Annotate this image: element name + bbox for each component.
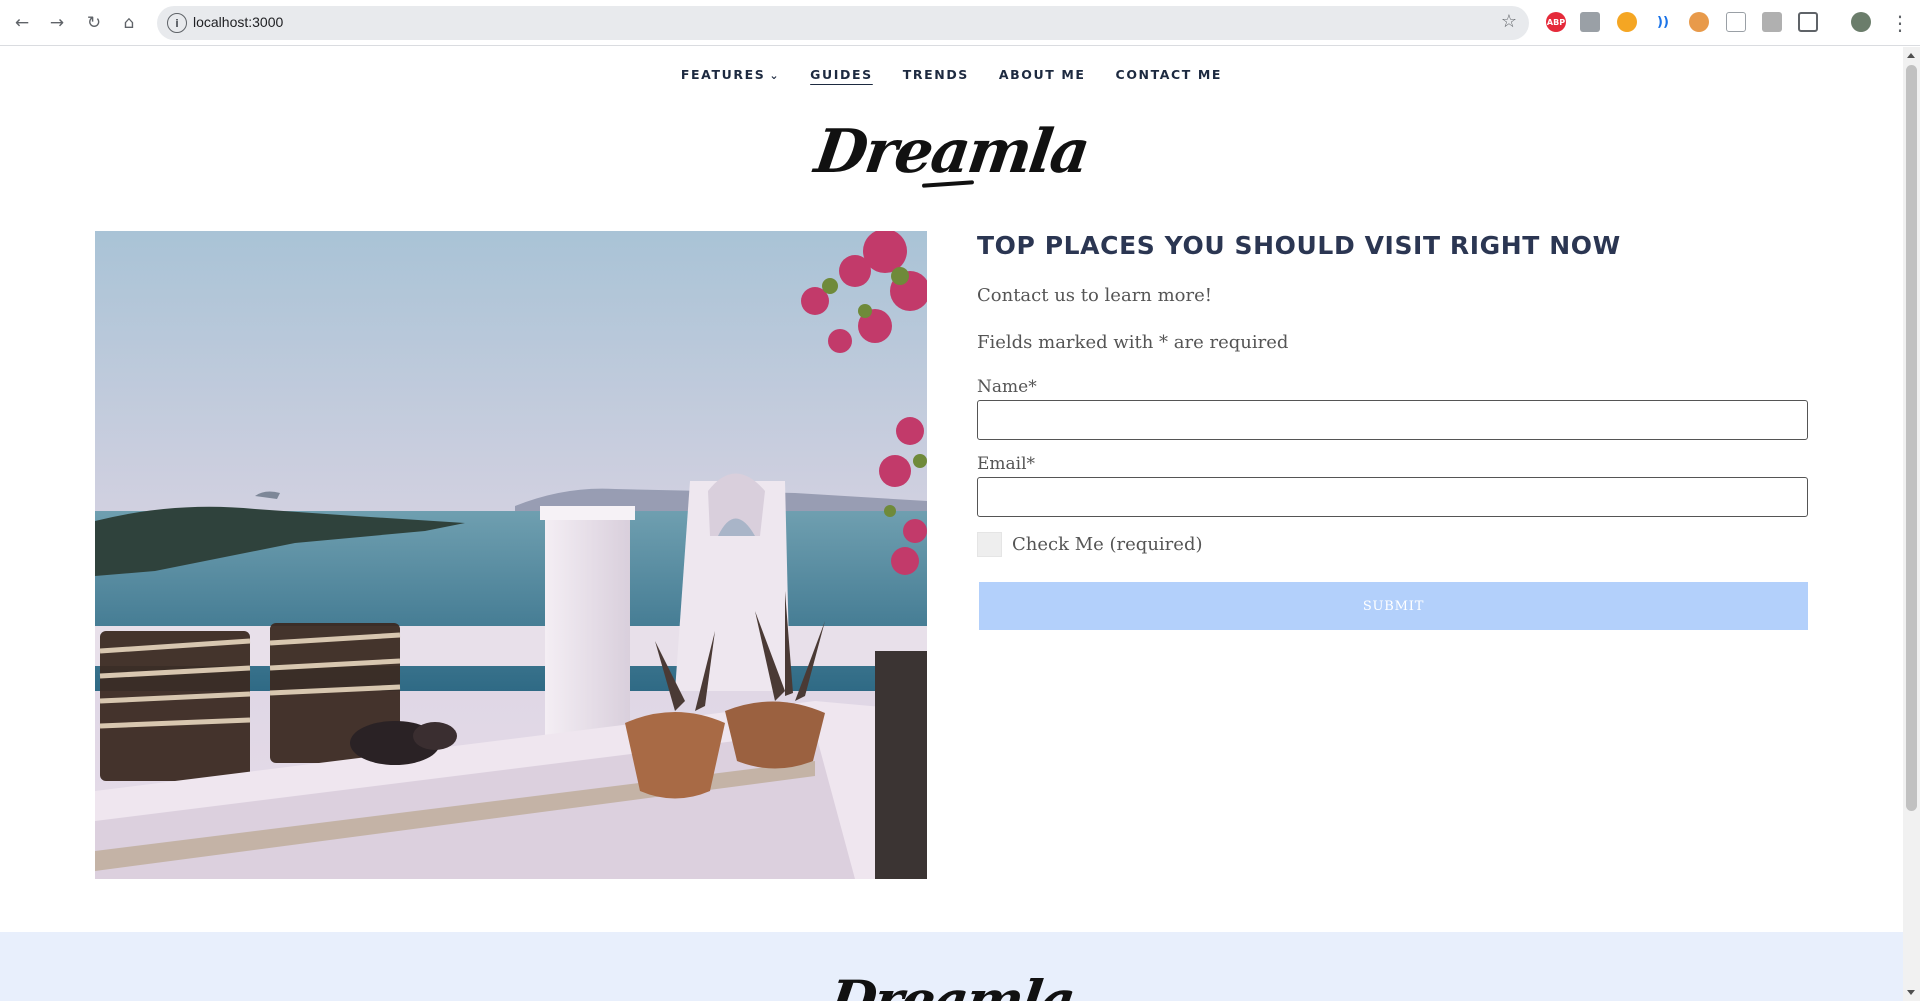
submit-button[interactable]: SUBMIT bbox=[979, 582, 1808, 630]
email-field[interactable] bbox=[977, 477, 1808, 517]
back-icon[interactable]: ← bbox=[10, 11, 34, 35]
home-icon[interactable]: ⌂ bbox=[117, 11, 141, 35]
reload-icon[interactable]: ↻ bbox=[82, 11, 106, 35]
puzzle-icon[interactable] bbox=[1798, 12, 1818, 32]
chevron-down-icon: ⌄ bbox=[769, 69, 781, 82]
address-bar[interactable]: i localhost:3000 ☆ bbox=[157, 6, 1529, 40]
checkbox-label[interactable]: Check Me (required) bbox=[1012, 534, 1203, 555]
footer-logo[interactable]: Dreamla bbox=[0, 968, 1903, 1001]
checkbox-row: Check Me (required) bbox=[977, 531, 1808, 557]
site-info-icon[interactable]: i bbox=[167, 13, 187, 33]
nav-item-contact-me[interactable]: CONTACT ME bbox=[1116, 67, 1223, 82]
forward-icon[interactable]: → bbox=[45, 11, 69, 35]
footer: Dreamla bbox=[0, 932, 1903, 1001]
nav-item-trends[interactable]: TRENDS bbox=[903, 67, 969, 82]
site-logo[interactable]: Dreamla bbox=[0, 117, 1903, 187]
page-scrollbar[interactable] bbox=[1903, 47, 1920, 1001]
adblock-icon[interactable]: ABP bbox=[1546, 12, 1566, 32]
intro-text: Contact us to learn more! bbox=[977, 285, 1213, 306]
scroll-down-icon[interactable] bbox=[1907, 990, 1915, 995]
name-label: Name* bbox=[977, 377, 1037, 397]
hero-image bbox=[95, 231, 927, 879]
nav-item-features[interactable]: FEATURES ⌄ bbox=[681, 67, 780, 82]
browser-toolbar: ← → ↻ ⌂ i localhost:3000 ☆ ABP )) ⋮ bbox=[0, 0, 1920, 46]
scrollbar-thumb[interactable] bbox=[1906, 65, 1917, 811]
reader-icon[interactable] bbox=[1726, 12, 1746, 32]
url-text[interactable]: localhost:3000 bbox=[193, 14, 283, 30]
contact-form: TOP PLACES YOU SHOULD VISIT RIGHT NOW Co… bbox=[977, 231, 1808, 630]
shield-icon[interactable] bbox=[1580, 12, 1600, 32]
check-me-checkbox[interactable] bbox=[977, 531, 1002, 557]
page-content: FEATURES ⌄ GUIDES TRENDS ABOUT ME CONTACT… bbox=[0, 47, 1903, 1001]
translate-icon[interactable] bbox=[1762, 12, 1782, 32]
main-nav: FEATURES ⌄ GUIDES TRENDS ABOUT ME CONTACT… bbox=[0, 67, 1903, 82]
bookmark-star-icon[interactable]: ☆ bbox=[1501, 11, 1517, 32]
clock-icon[interactable] bbox=[1617, 12, 1637, 32]
extension-icon[interactable] bbox=[1689, 12, 1709, 32]
name-field[interactable] bbox=[977, 400, 1808, 440]
wireless-icon[interactable]: )) bbox=[1653, 12, 1673, 32]
email-label: Email* bbox=[977, 454, 1036, 474]
required-note: Fields marked with * are required bbox=[977, 332, 1289, 353]
avatar[interactable] bbox=[1851, 12, 1871, 32]
nav-item-guides[interactable]: GUIDES bbox=[810, 67, 873, 82]
nav-item-about-me[interactable]: ABOUT ME bbox=[999, 67, 1086, 82]
kebab-menu-icon[interactable]: ⋮ bbox=[1888, 11, 1912, 35]
scroll-up-icon[interactable] bbox=[1907, 53, 1915, 58]
page-title: TOP PLACES YOU SHOULD VISIT RIGHT NOW bbox=[977, 231, 1621, 260]
